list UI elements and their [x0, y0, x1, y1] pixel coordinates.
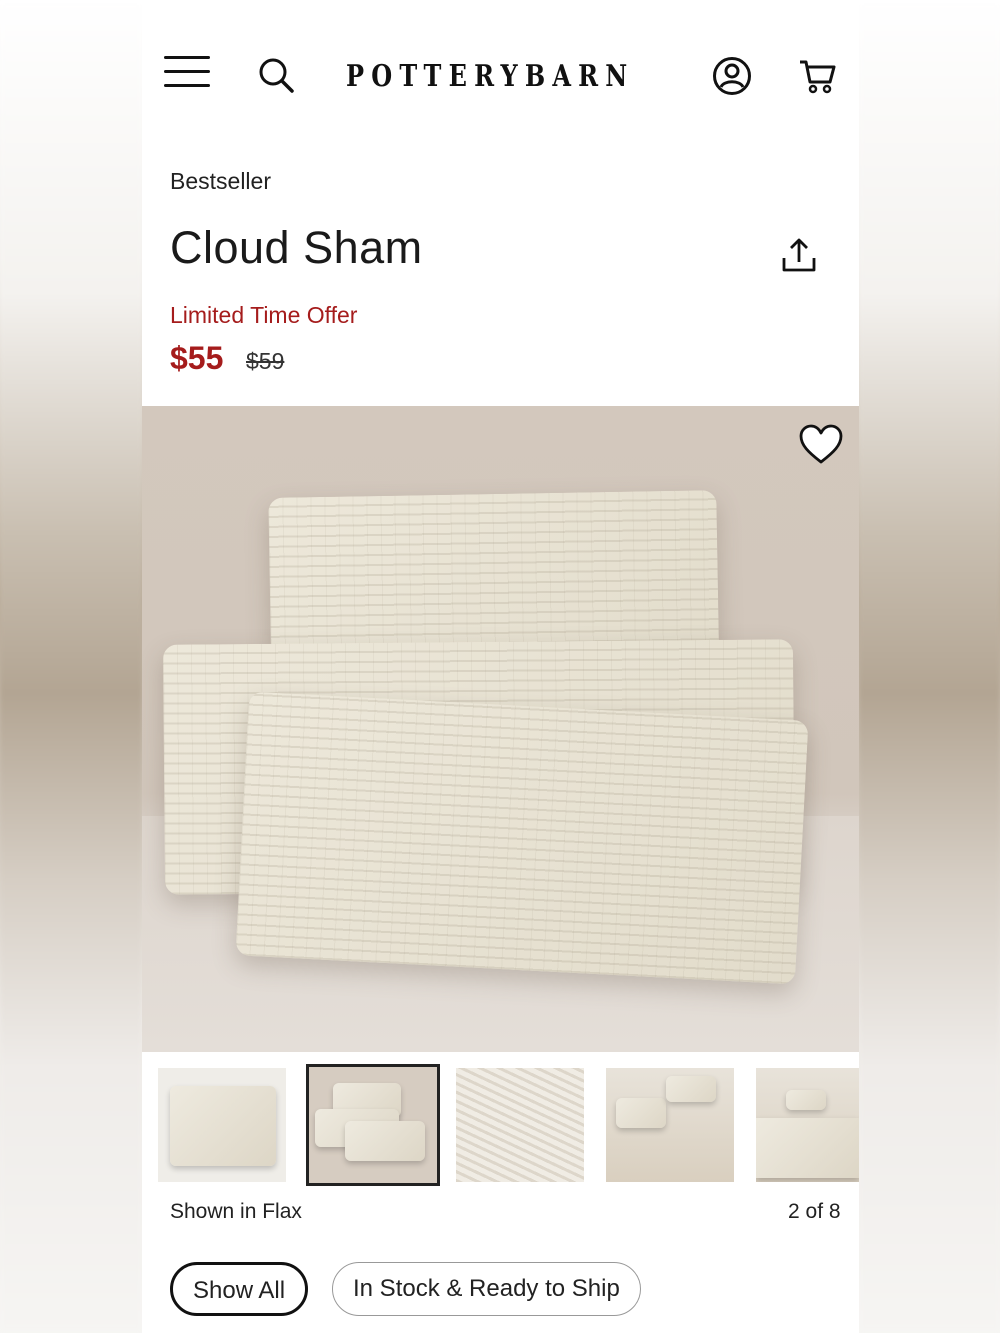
product-title: Cloud Sham: [170, 222, 423, 273]
brand-logo[interactable]: POTTERYBARN: [346, 56, 627, 98]
cart-icon[interactable]: [798, 56, 838, 96]
background-blur-right: [859, 0, 1000, 1333]
sale-price: $55: [170, 340, 224, 376]
share-icon[interactable]: [778, 236, 820, 278]
filter-chip-show-all[interactable]: Show All: [170, 1262, 309, 1316]
original-price: $59: [246, 348, 285, 374]
search-icon[interactable]: [257, 56, 295, 94]
thumbnail-5[interactable]: [756, 1068, 859, 1182]
thumbnail-4[interactable]: [606, 1068, 734, 1182]
menu-icon[interactable]: [164, 56, 210, 90]
bestseller-badge: Bestseller: [170, 168, 271, 194]
site-header: POTTERYBARN: [142, 0, 859, 150]
background-blur-left: [0, 0, 142, 1333]
promo-label: Limited Time Offer: [170, 302, 358, 328]
thumbnail-2-selected[interactable]: [306, 1064, 440, 1186]
color-caption: Shown in Flax: [170, 1200, 302, 1223]
heart-icon[interactable]: [798, 424, 844, 466]
thumbnail-3[interactable]: [456, 1068, 584, 1182]
gallery-position: 2 of 8: [788, 1200, 841, 1223]
filter-chip-in-stock[interactable]: In Stock & Ready to Ship: [332, 1262, 641, 1316]
account-icon[interactable]: [712, 56, 752, 96]
product-hero-image[interactable]: [142, 406, 859, 1052]
thumbnail-1[interactable]: [158, 1068, 286, 1182]
thumbnail-strip: [142, 1064, 859, 1188]
pillow-front: [235, 691, 809, 985]
product-page: POTTERYBARN Bestseller Cloud Sham Limite…: [142, 0, 859, 1333]
